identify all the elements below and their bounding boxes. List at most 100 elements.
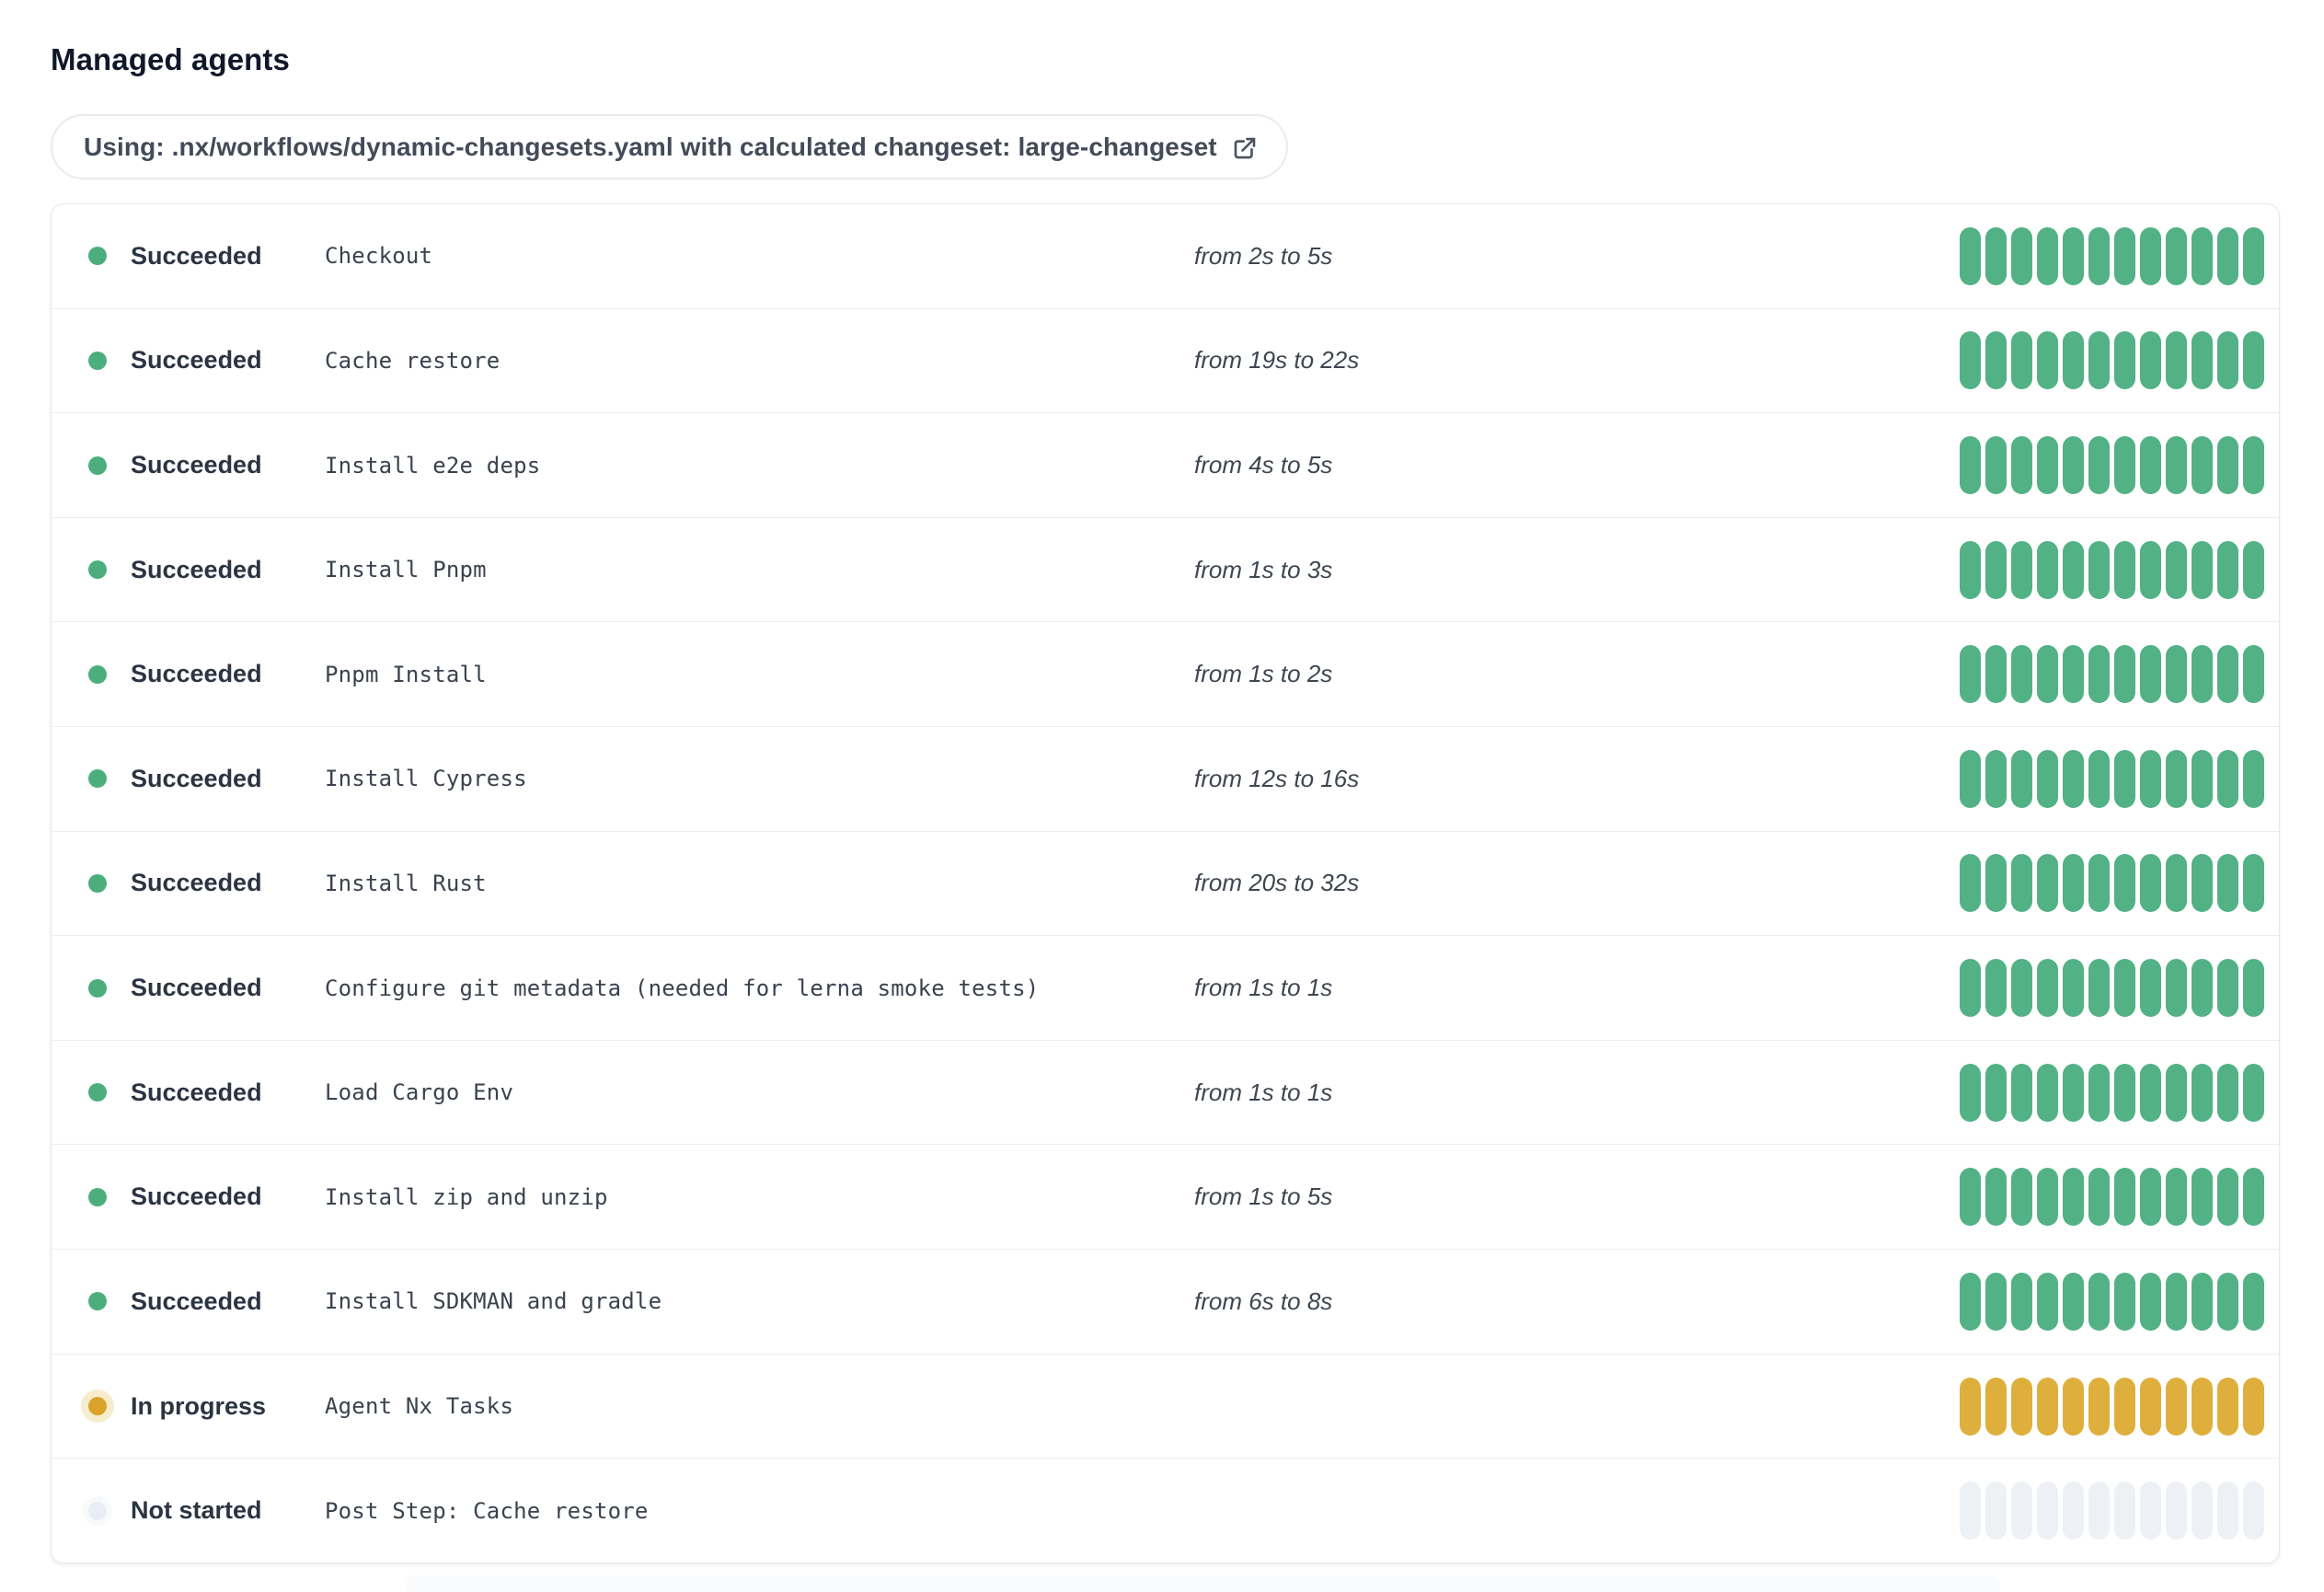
managed-agents-page: Managed agents Using: .nx/workflows/dyna… [0, 0, 2324, 1592]
progress-segment [2166, 1377, 2187, 1436]
progress-segment [2011, 1377, 2032, 1436]
progress-segment [1960, 854, 1981, 913]
progress-segment [2217, 1063, 2238, 1122]
status-label: Succeeded [131, 1078, 262, 1106]
step-name: Install Rust [325, 870, 487, 896]
progress-segment [2166, 1168, 2187, 1227]
progress-segment [2243, 1063, 2264, 1122]
step-row[interactable]: Succeeded Install SDKMAN and gradle from… [52, 1249, 2279, 1354]
progress-segment [2114, 1272, 2135, 1331]
progress-segment [2192, 959, 2213, 1018]
step-row[interactable]: Succeeded Configure git metadata (needed… [52, 935, 2279, 1040]
step-row[interactable]: Succeeded Install e2e deps from 4s to 5s [52, 412, 2279, 517]
progress-segment [2140, 749, 2161, 808]
progress-segment [2217, 854, 2238, 913]
progress-segment [2243, 645, 2264, 704]
progress-segment [2140, 436, 2161, 495]
progress-segment [1960, 436, 1981, 495]
workflow-banner-link[interactable]: Using: .nx/workflows/dynamic-changesets.… [51, 114, 1288, 179]
step-row[interactable]: Succeeded Checkout from 2s to 5s [52, 204, 2279, 308]
progress-segment [1985, 540, 2007, 599]
agent-progress-bar [1960, 1272, 2264, 1331]
step-row[interactable]: Succeeded Load Cargo Env from 1s to 1s [52, 1039, 2279, 1145]
agent-progress-bar [1960, 540, 2264, 599]
progress-segment [2063, 749, 2084, 808]
progress-segment [2037, 1482, 2058, 1540]
progress-segment [2243, 436, 2264, 495]
progress-segment [1985, 959, 2007, 1018]
external-link-icon[interactable] [1231, 134, 1259, 162]
step-row[interactable]: Succeeded Install zip and unzip from 1s … [52, 1144, 2279, 1249]
step-name: Install SDKMAN and gradle [325, 1288, 662, 1315]
progress-segment [2243, 226, 2264, 285]
progress-segment [2037, 540, 2058, 599]
progress-segment [2011, 1272, 2032, 1331]
progress-segment [2011, 749, 2032, 808]
progress-segment [2140, 1168, 2161, 1227]
progress-segment [2140, 645, 2161, 704]
status-cell: Succeeded [88, 869, 325, 897]
progress-segment [2037, 959, 2058, 1018]
progress-segment [1960, 749, 1981, 808]
workflow-banner-text: Using: .nx/workflows/dynamic-changesets.… [84, 132, 1217, 161]
progress-segment [2140, 331, 2161, 390]
progress-segment [2088, 540, 2110, 599]
progress-segment [2114, 226, 2135, 285]
step-name: Install e2e deps [325, 452, 541, 479]
status-label: Succeeded [131, 764, 262, 792]
progress-segment [2088, 1168, 2110, 1227]
step-row[interactable]: Succeeded Pnpm Install from 1s to 2s [52, 621, 2279, 726]
progress-segment [2140, 854, 2161, 913]
step-duration: from 19s to 22s [1194, 346, 1360, 375]
status-dot [88, 978, 107, 998]
next-card-partial [406, 1575, 2000, 1592]
progress-segment [2011, 854, 2032, 913]
progress-segment [2037, 1168, 2058, 1227]
agent-progress-bar [1960, 959, 2264, 1018]
progress-segment [2011, 1168, 2032, 1227]
progress-segment [2037, 436, 2058, 495]
agent-progress-bar [1960, 645, 2264, 704]
status-dot [88, 1501, 107, 1520]
step-name: Install Pnpm [325, 557, 487, 583]
step-duration: from 1s to 1s [1194, 1078, 1333, 1106]
progress-segment [2166, 540, 2187, 599]
status-label: Succeeded [131, 869, 262, 897]
step-row[interactable]: Succeeded Cache restore from 19s to 22s [52, 307, 2279, 413]
progress-segment [2192, 1272, 2213, 1331]
progress-segment [2217, 1482, 2238, 1540]
step-row[interactable]: Not started Post Step: Cache restore [52, 1458, 2279, 1563]
step-row[interactable]: Succeeded Install Rust from 20s to 32s [52, 830, 2279, 936]
progress-segment [2063, 1482, 2084, 1540]
status-cell: Succeeded [88, 974, 325, 1002]
progress-segment [2192, 1063, 2213, 1122]
progress-segment [2243, 1168, 2264, 1227]
step-duration: from 1s to 1s [1194, 974, 1333, 1002]
progress-segment [1985, 436, 2007, 495]
progress-segment [2243, 331, 2264, 390]
progress-segment [2037, 645, 2058, 704]
step-duration: from 20s to 32s [1194, 869, 1360, 897]
progress-segment [2243, 749, 2264, 808]
step-row[interactable]: Succeeded Install Pnpm from 1s to 3s [52, 516, 2279, 622]
status-cell: Succeeded [88, 1287, 325, 1316]
progress-segment [1960, 226, 1981, 285]
status-cell: Succeeded [88, 346, 325, 375]
progress-segment [2063, 436, 2084, 495]
progress-segment [2192, 1168, 2213, 1227]
progress-segment [1960, 1482, 1981, 1540]
step-row[interactable]: Succeeded Install Cypress from 12s to 16… [52, 726, 2279, 831]
progress-segment [2088, 1272, 2110, 1331]
status-label: Succeeded [131, 660, 262, 688]
progress-segment [2166, 1482, 2187, 1540]
status-dot [88, 1292, 107, 1311]
step-row[interactable]: In progress Agent Nx Tasks [52, 1353, 2279, 1459]
step-name: Checkout [325, 243, 433, 270]
step-name: Install Cypress [325, 766, 527, 792]
status-cell: Succeeded [88, 1079, 325, 1107]
progress-segment [1960, 1063, 1981, 1122]
status-dot [88, 1397, 107, 1415]
status-cell: Succeeded [88, 765, 325, 793]
status-label: Succeeded [131, 346, 262, 375]
status-dot [88, 873, 107, 893]
